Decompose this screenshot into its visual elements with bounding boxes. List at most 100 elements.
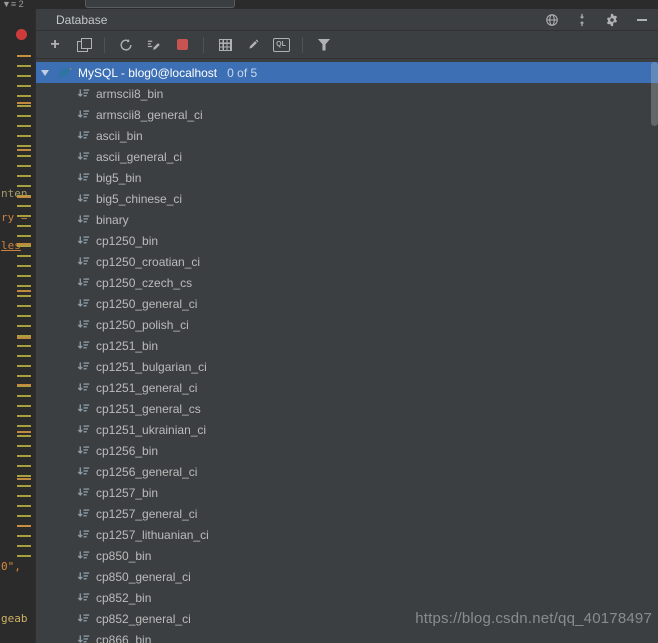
collation-sort-icon (76, 402, 90, 416)
collation-sort-icon (76, 171, 90, 185)
collation-sort-icon (76, 570, 90, 584)
gear-icon[interactable] (604, 12, 620, 28)
collation-label: big5_chinese_ci (96, 192, 182, 206)
tree-row-collation[interactable]: cp1256_general_ci (36, 461, 658, 482)
collation-label: cp850_general_ci (96, 570, 191, 584)
tree-row-collation[interactable]: cp1256_bin (36, 440, 658, 461)
collation-sort-icon (76, 612, 90, 626)
tree-row-collation[interactable]: big5_bin (36, 167, 658, 188)
tree-row-collation[interactable]: cp866_bin (36, 629, 658, 643)
tree-row-collation[interactable]: armscii8_general_ci (36, 104, 658, 125)
code-fragment: geab (1, 612, 28, 625)
collation-sort-icon (76, 108, 90, 122)
console-button-label: QL (273, 38, 290, 52)
tree-row-collation[interactable]: cp852_bin (36, 587, 658, 608)
collation-label: cp1251_bulgarian_ci (96, 360, 207, 374)
tree-row-collation[interactable]: cp1250_polish_ci (36, 314, 658, 335)
tree-row-collation[interactable]: ascii_bin (36, 125, 658, 146)
collation-sort-icon (76, 87, 90, 101)
tree-row-collation[interactable]: cp1257_lithuanian_ci (36, 524, 658, 545)
duplicate-button[interactable] (74, 36, 92, 54)
collation-label: armscii8_general_ci (96, 108, 203, 122)
tree-row-collation[interactable]: cp1257_general_ci (36, 503, 658, 524)
collation-sort-icon (76, 381, 90, 395)
tree-row-collation[interactable]: cp1250_general_ci (36, 293, 658, 314)
collation-sort-icon (76, 129, 90, 143)
minimize-icon[interactable] (634, 12, 650, 28)
tree-row-collation[interactable]: cp1250_croatian_ci (36, 251, 658, 272)
collation-sort-icon (76, 192, 90, 206)
collation-label: cp1257_bin (96, 486, 158, 500)
mysql-icon (56, 65, 72, 81)
collation-label: binary (96, 213, 129, 227)
collation-label: cp1251_ukrainian_ci (96, 423, 206, 437)
collation-label: cp1251_general_cs (96, 402, 201, 416)
edit-button[interactable] (244, 36, 262, 54)
collation-label: cp1251_bin (96, 339, 158, 353)
editor-tab-fragment: ▼≡ 2 (2, 0, 24, 9)
collation-label: cp852_general_ci (96, 612, 191, 626)
filter-button[interactable] (315, 36, 333, 54)
database-toolwindow: Database (35, 9, 658, 643)
collation-sort-icon (76, 591, 90, 605)
collation-label: cp852_bin (96, 591, 151, 605)
tree-row-collation[interactable]: cp1257_bin (36, 482, 658, 503)
collation-label: cp1256_bin (96, 444, 158, 458)
popup-fragment (85, 0, 235, 8)
toolbar-separator (104, 37, 105, 53)
tree-row-collation[interactable]: ascii_general_ci (36, 146, 658, 167)
collation-sort-icon (76, 339, 90, 353)
collation-label: cp1250_polish_ci (96, 318, 189, 332)
collation-sort-icon (76, 633, 90, 643)
toolbar-separator (203, 37, 204, 53)
tree-row-collation[interactable]: cp1251_ukrainian_ci (36, 419, 658, 440)
collation-sort-icon (76, 465, 90, 479)
toolwindow-title: Database (56, 13, 107, 27)
stop-button[interactable] (173, 36, 191, 54)
console-button[interactable]: QL (272, 36, 290, 54)
collation-sort-icon (76, 276, 90, 290)
web-icon[interactable] (544, 12, 560, 28)
add-button[interactable]: + (46, 36, 64, 54)
collation-label: ascii_bin (96, 129, 143, 143)
tree-row-collation[interactable]: cp1250_czech_cs (36, 272, 658, 293)
tree-row-collation[interactable]: cp1250_bin (36, 230, 658, 251)
tree-row-collation[interactable]: cp1251_bulgarian_ci (36, 356, 658, 377)
editor-marker-stripe[interactable] (17, 55, 31, 560)
tree-row-collation[interactable]: cp1251_general_ci (36, 377, 658, 398)
tree-scrollbar-thumb[interactable] (651, 62, 658, 126)
collation-label: cp1250_croatian_ci (96, 255, 200, 269)
tree-row-collation[interactable]: cp850_general_ci (36, 566, 658, 587)
collation-list: armscii8_bin arm (36, 83, 658, 643)
collation-label: big5_bin (96, 171, 141, 185)
collation-sort-icon (76, 444, 90, 458)
collapse-icon[interactable] (574, 12, 590, 28)
collation-sort-icon (76, 507, 90, 521)
tree-row-collation[interactable]: cp850_bin (36, 545, 658, 566)
refresh-button[interactable] (117, 36, 135, 54)
connection-label: MySQL - blog0@localhost (78, 66, 217, 80)
collation-sort-icon (76, 255, 90, 269)
table-view-button[interactable] (216, 36, 234, 54)
tree-row-collation[interactable]: binary (36, 209, 658, 230)
tree-row-connection[interactable]: MySQL - blog0@localhost 0 of 5 (36, 62, 658, 83)
collation-label: ascii_general_ci (96, 150, 182, 164)
collation-sort-icon (76, 150, 90, 164)
collation-sort-icon (76, 423, 90, 437)
tree-row-collation[interactable]: big5_chinese_ci (36, 188, 658, 209)
collation-label: cp1250_czech_cs (96, 276, 192, 290)
watermark: https://blog.csdn.net/qq_40178497 (415, 610, 652, 627)
collation-label: cp1257_general_ci (96, 507, 197, 521)
collation-label: cp1256_general_ci (96, 465, 197, 479)
chevron-down-icon[interactable] (41, 70, 49, 76)
collation-sort-icon (76, 213, 90, 227)
tree-row-collation[interactable]: armscii8_bin (36, 83, 658, 104)
toolwindow-header[interactable]: Database (36, 9, 658, 31)
collation-sort-icon (76, 528, 90, 542)
collation-label: cp1250_bin (96, 234, 158, 248)
tree-row-collation[interactable]: cp1251_bin (36, 335, 658, 356)
tree-row-collation[interactable]: cp1251_general_cs (36, 398, 658, 419)
submit-button[interactable] (145, 36, 163, 54)
collation-sort-icon (76, 318, 90, 332)
collation-sort-icon (76, 360, 90, 374)
